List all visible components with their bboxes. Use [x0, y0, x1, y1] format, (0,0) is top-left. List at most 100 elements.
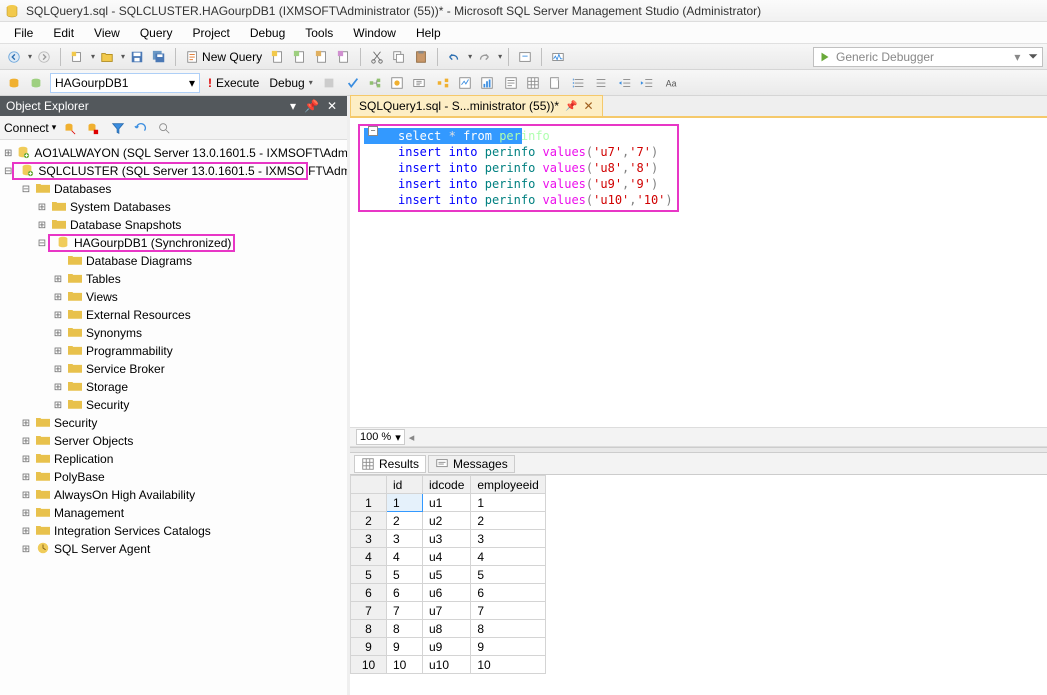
- tree-storage[interactable]: ⊞Storage: [2, 378, 345, 396]
- table-row[interactable]: 33u33: [351, 530, 546, 548]
- debugger-combo[interactable]: Generic Debugger ▾ ⏷: [813, 47, 1043, 67]
- cell[interactable]: u8: [423, 620, 471, 638]
- row-number[interactable]: 5: [351, 566, 387, 584]
- tree-extres[interactable]: ⊞External Resources: [2, 306, 345, 324]
- editor-tab[interactable]: SQLQuery1.sql - S...ministrator (55))* 📌…: [350, 95, 603, 116]
- tree-hagourpdb1[interactable]: ⊟HAGourpDB1 (Synchronized): [2, 234, 345, 252]
- cell[interactable]: u5: [423, 566, 471, 584]
- cell[interactable]: u7: [423, 602, 471, 620]
- cell[interactable]: 7: [387, 602, 423, 620]
- indent-button[interactable]: [615, 73, 635, 93]
- menu-tools[interactable]: Tools: [295, 24, 343, 42]
- cell[interactable]: 5: [471, 566, 545, 584]
- cell[interactable]: 7: [471, 602, 545, 620]
- menu-edit[interactable]: Edit: [43, 24, 84, 42]
- intellisense-button[interactable]: [409, 73, 429, 93]
- cell[interactable]: 10: [471, 656, 545, 674]
- cell[interactable]: u6: [423, 584, 471, 602]
- row-number[interactable]: 2: [351, 512, 387, 530]
- col-id[interactable]: id: [387, 476, 423, 494]
- tree-databases[interactable]: ⊟Databases: [2, 180, 345, 198]
- table-row[interactable]: 55u55: [351, 566, 546, 584]
- parse-button[interactable]: [343, 73, 363, 93]
- menu-window[interactable]: Window: [343, 24, 406, 42]
- query-options-button[interactable]: [387, 73, 407, 93]
- results-file-button[interactable]: [545, 73, 565, 93]
- tree-tables[interactable]: ⊞Tables: [2, 270, 345, 288]
- search-button[interactable]: [154, 118, 174, 138]
- cell[interactable]: 10: [387, 656, 423, 674]
- copy-button[interactable]: [389, 47, 409, 67]
- tree-server2[interactable]: ⊟SQLCLUSTER (SQL Server 13.0.1601.5 - IX…: [2, 162, 345, 180]
- filter-button[interactable]: [108, 118, 128, 138]
- cell[interactable]: 2: [471, 512, 545, 530]
- grid-corner[interactable]: [351, 476, 387, 494]
- tree-polybase[interactable]: ⊞PolyBase: [2, 468, 345, 486]
- client-stats-button[interactable]: [477, 73, 497, 93]
- row-number[interactable]: 3: [351, 530, 387, 548]
- pin-icon[interactable]: 📌: [300, 99, 323, 113]
- cell[interactable]: 8: [471, 620, 545, 638]
- tree-dbdiag[interactable]: ⊞Database Diagrams: [2, 252, 345, 270]
- outdent-button[interactable]: [637, 73, 657, 93]
- menu-query[interactable]: Query: [130, 24, 183, 42]
- save-button[interactable]: [127, 47, 147, 67]
- save-all-button[interactable]: [149, 47, 169, 67]
- tree-dbsnap[interactable]: ⊞Database Snapshots: [2, 216, 345, 234]
- tree-replication[interactable]: ⊞Replication: [2, 450, 345, 468]
- menu-project[interactable]: Project: [183, 24, 240, 42]
- table-row[interactable]: 99u99: [351, 638, 546, 656]
- sql-editor[interactable]: − select * from perinfo insert into peri…: [350, 118, 1047, 427]
- row-number[interactable]: 9: [351, 638, 387, 656]
- menu-debug[interactable]: Debug: [240, 24, 295, 42]
- menu-help[interactable]: Help: [406, 24, 451, 42]
- pin-icon[interactable]: 📌: [565, 101, 577, 112]
- tab-results[interactable]: Results: [354, 455, 426, 473]
- tree-views[interactable]: ⊞Views: [2, 288, 345, 306]
- tree-synonyms[interactable]: ⊞Synonyms: [2, 324, 345, 342]
- actual-plan-button[interactable]: [433, 73, 453, 93]
- row-number[interactable]: 6: [351, 584, 387, 602]
- chevron-down-icon[interactable]: ▾: [121, 52, 125, 61]
- cell[interactable]: 9: [471, 638, 545, 656]
- cell[interactable]: 1: [471, 494, 545, 512]
- chevron-down-icon[interactable]: ▾: [468, 52, 472, 61]
- specify-values-button[interactable]: Aa: [661, 73, 681, 93]
- chevron-down-icon[interactable]: ▾: [91, 52, 95, 61]
- tree-sysdb[interactable]: ⊞System Databases: [2, 198, 345, 216]
- mdx-query-button[interactable]: [290, 47, 310, 67]
- cell[interactable]: u9: [423, 638, 471, 656]
- live-stats-button[interactable]: [455, 73, 475, 93]
- cell[interactable]: 2: [387, 512, 423, 530]
- collapse-icon[interactable]: −: [368, 126, 378, 136]
- redo-button[interactable]: [474, 47, 494, 67]
- results-grid-button[interactable]: [523, 73, 543, 93]
- dmx-query-button[interactable]: [312, 47, 332, 67]
- col-idcode[interactable]: idcode: [423, 476, 471, 494]
- connect-label[interactable]: Connect: [4, 121, 49, 135]
- disconnect-button[interactable]: [59, 118, 79, 138]
- cell[interactable]: u1: [423, 494, 471, 512]
- new-project-button[interactable]: [67, 47, 87, 67]
- dropdown-icon[interactable]: ▾: [286, 99, 300, 113]
- cell[interactable]: u3: [423, 530, 471, 548]
- cell[interactable]: 1: [387, 494, 423, 512]
- menu-view[interactable]: View: [84, 24, 130, 42]
- estimated-plan-button[interactable]: [365, 73, 385, 93]
- cell[interactable]: 6: [387, 584, 423, 602]
- tree-isc[interactable]: ⊞Integration Services Catalogs: [2, 522, 345, 540]
- xmla-query-button[interactable]: [334, 47, 354, 67]
- activity-monitor-button[interactable]: [548, 47, 568, 67]
- cell[interactable]: 4: [471, 548, 545, 566]
- tree-security-db[interactable]: ⊞Security: [2, 396, 345, 414]
- tab-messages[interactable]: Messages: [428, 455, 515, 473]
- cell[interactable]: u4: [423, 548, 471, 566]
- object-tree[interactable]: ⊞AO1\ALWAYON (SQL Server 13.0.1601.5 - I…: [0, 140, 347, 695]
- table-row[interactable]: 66u66: [351, 584, 546, 602]
- tree-alwayson[interactable]: ⊞AlwaysOn High Availability: [2, 486, 345, 504]
- undo-button[interactable]: [444, 47, 464, 67]
- chevron-down-icon[interactable]: ▾: [52, 122, 57, 133]
- row-number[interactable]: 10: [351, 656, 387, 674]
- close-icon[interactable]: ✕: [584, 99, 594, 113]
- close-icon[interactable]: ✕: [323, 99, 341, 113]
